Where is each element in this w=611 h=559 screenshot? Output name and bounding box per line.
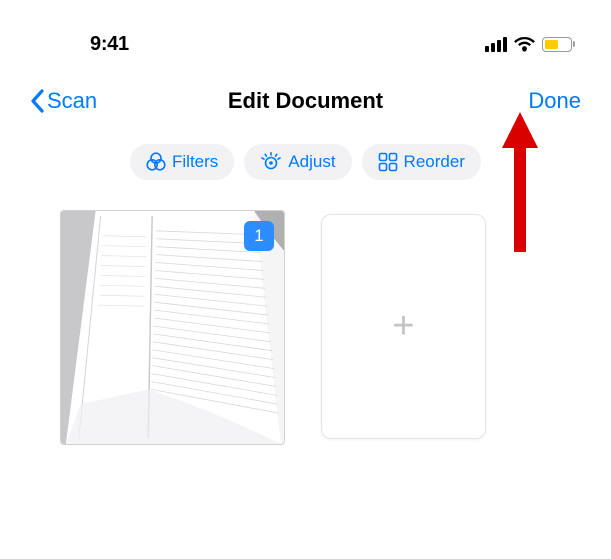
reorder-label: Reorder	[404, 152, 465, 172]
nav-bar: Scan Edit Document Done	[0, 60, 611, 114]
wifi-icon	[514, 37, 535, 52]
reorder-icon	[378, 152, 398, 172]
add-page-button[interactable]: +	[321, 214, 486, 439]
done-button[interactable]: Done	[528, 88, 581, 114]
cellular-signal-icon	[485, 37, 507, 52]
plus-icon: +	[392, 305, 414, 348]
adjust-button[interactable]: Adjust	[244, 144, 351, 180]
pages-grid: 1 +	[0, 180, 611, 445]
status-time: 9:41	[90, 33, 129, 56]
reorder-button[interactable]: Reorder	[362, 144, 481, 180]
back-label: Scan	[47, 88, 97, 114]
chevron-left-icon	[30, 89, 46, 113]
edit-toolbar: Filters Adjust Reorder	[0, 144, 611, 180]
status-icons	[485, 37, 575, 52]
back-button[interactable]: Scan	[30, 88, 97, 114]
page-number-badge: 1	[244, 221, 274, 251]
page-title: Edit Document	[228, 88, 383, 114]
battery-icon	[542, 37, 575, 52]
adjust-label: Adjust	[288, 152, 335, 172]
filters-button[interactable]: Filters	[130, 144, 234, 180]
adjust-icon	[260, 152, 282, 172]
filters-label: Filters	[172, 152, 218, 172]
page-thumbnail-1[interactable]: 1	[60, 210, 285, 445]
status-bar: 9:41	[0, 0, 611, 60]
filters-icon	[146, 152, 166, 172]
